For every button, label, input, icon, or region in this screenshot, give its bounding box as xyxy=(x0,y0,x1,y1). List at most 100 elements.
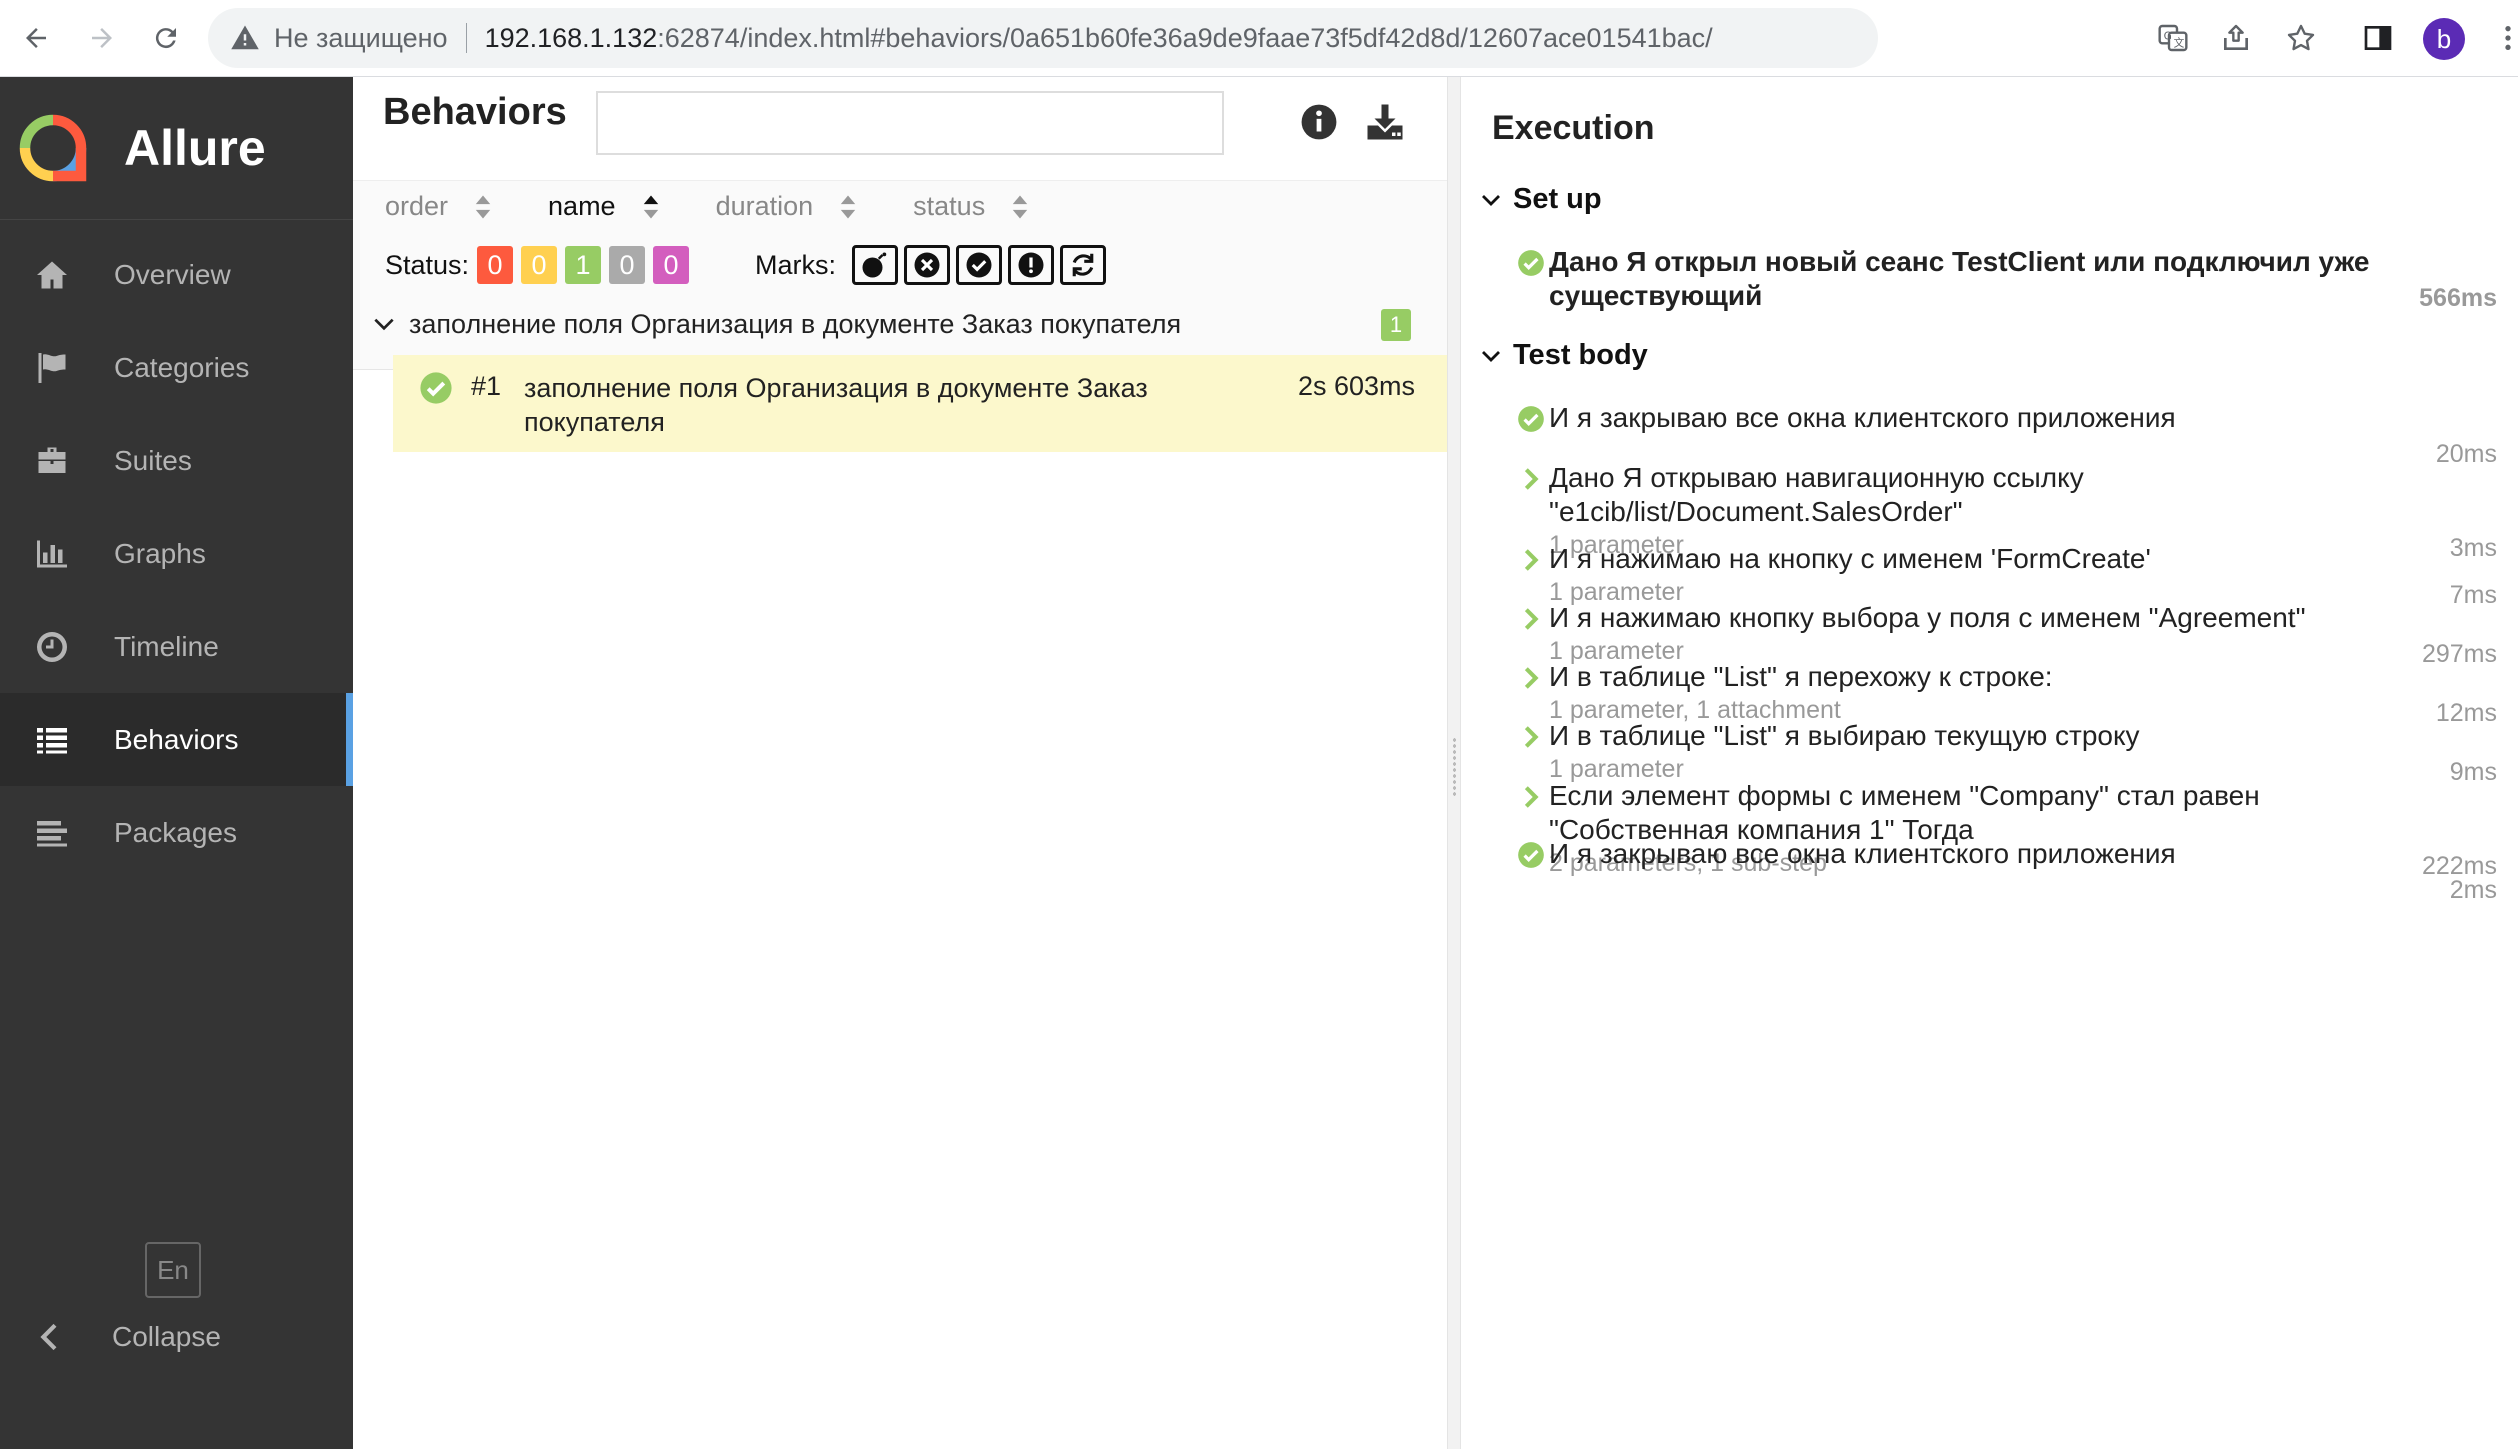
browser-menu-button[interactable] xyxy=(2488,18,2518,58)
status-skipped-chip[interactable]: 0 xyxy=(609,246,646,284)
more-vertical-icon xyxy=(2505,26,2511,50)
mark-new-broken-toggle[interactable] xyxy=(1008,245,1055,285)
chevron-down-icon xyxy=(1482,194,1500,206)
check-circle-icon xyxy=(966,252,992,278)
behaviors-pane: Behaviors order name duration status Sta… xyxy=(353,77,1447,1449)
flag-icon xyxy=(30,348,74,388)
sidebar-item-timeline[interactable]: Timeline xyxy=(0,600,353,693)
check-circle-icon xyxy=(420,372,452,404)
body-section-toggle[interactable]: Test body xyxy=(1479,339,1648,372)
star-icon xyxy=(2287,24,2315,51)
check-circle-icon xyxy=(1518,842,1544,868)
profile-avatar[interactable]: b xyxy=(2423,18,2465,60)
marks-label: Marks: xyxy=(755,249,837,280)
info-icon[interactable] xyxy=(1300,103,1338,141)
share-button[interactable] xyxy=(2216,18,2256,58)
body-step[interactable]: И я нажимаю на кнопку с именем 'FormCrea… xyxy=(1517,542,2497,609)
side-panel-button[interactable] xyxy=(2358,18,2398,58)
sidebar-item-graphs[interactable]: Graphs xyxy=(0,507,353,600)
test-name: заполнение поля Организация в документе … xyxy=(524,373,1148,437)
status-failed-chip[interactable]: 0 xyxy=(477,246,514,284)
sidebar-item-suites[interactable]: Suites xyxy=(0,414,353,507)
download-icon[interactable] xyxy=(1364,101,1406,143)
step-title: Дано Я открываю навигационную ссылку "e1… xyxy=(1549,462,2084,527)
align-left-icon xyxy=(30,813,74,853)
step-title: И я закрываю все окна клиентского прилож… xyxy=(1549,402,2176,433)
test-duration: 2s 603ms xyxy=(1297,371,1415,401)
browser-toolbar: Не защищено 192.168.1.132:62874/index.ht… xyxy=(0,0,2518,77)
sort-order[interactable]: order xyxy=(385,191,492,222)
chevron-right-icon xyxy=(1524,786,1539,808)
step-title: И в таблице "List" я выбираю текущую стр… xyxy=(1549,720,2140,751)
sort-name-label: name xyxy=(548,191,616,221)
clock-icon xyxy=(30,627,74,667)
sort-duration[interactable]: duration xyxy=(716,191,858,222)
chevron-left-icon xyxy=(40,1323,57,1351)
collapse-button[interactable]: Collapse xyxy=(30,1317,221,1357)
address-bar[interactable]: Не защищено 192.168.1.132:62874/index.ht… xyxy=(208,8,1878,68)
mark-retries-toggle[interactable] xyxy=(1060,245,1107,285)
reload-button[interactable] xyxy=(142,14,190,62)
share-icon xyxy=(2224,24,2248,50)
check-circle-icon xyxy=(1518,250,1544,276)
mark-flaky-toggle[interactable] xyxy=(852,245,899,285)
body-step[interactable]: И в таблице "List" я перехожу к строке: … xyxy=(1517,660,2497,727)
body-step[interactable]: И я нажимаю кнопку выбора у поля с имене… xyxy=(1517,601,2497,668)
pane-splitter[interactable] xyxy=(1447,77,1461,1449)
status-passed-chip[interactable]: 1 xyxy=(565,246,602,284)
sidebar-item-categories[interactable]: Categories xyxy=(0,321,353,414)
forward-button[interactable] xyxy=(78,14,126,62)
bookmark-button[interactable] xyxy=(2281,18,2321,58)
sidebar-item-label: Timeline xyxy=(114,630,219,662)
sort-icon xyxy=(1012,194,1028,219)
translate-button[interactable]: G文 xyxy=(2153,18,2193,58)
splitter-grip xyxy=(1452,737,1457,797)
sidebar-menu: Overview Categories Suites Graphs Timeli… xyxy=(0,228,353,879)
chevron-right-icon xyxy=(1524,549,1539,571)
body-step[interactable]: И в таблице "List" я выбираю текущую стр… xyxy=(1517,719,2497,786)
sort-status-label: status xyxy=(913,191,986,221)
page-title: Behaviors xyxy=(383,91,567,133)
chevron-right-icon xyxy=(1524,468,1539,490)
sidebar-item-label: Categories xyxy=(114,351,250,383)
behavior-group-name: заполнение поля Организация в документе … xyxy=(409,308,1182,339)
translate-icon: G文 xyxy=(2158,24,2188,52)
behavior-group-row[interactable]: заполнение поля Организация в документе … xyxy=(353,293,1447,355)
brand[interactable]: Allure xyxy=(0,77,353,220)
back-button[interactable] xyxy=(12,14,60,62)
chevron-right-icon xyxy=(1524,726,1539,748)
language-button[interactable]: En xyxy=(145,1242,201,1298)
chevron-right-icon xyxy=(1524,608,1539,630)
sidebar-item-behaviors[interactable]: Behaviors xyxy=(0,693,353,786)
status-broken-chip[interactable]: 0 xyxy=(521,246,558,284)
setup-step[interactable]: Дано Я открыл новый сеанс TestClient или… xyxy=(1517,245,2497,315)
setup-section-toggle[interactable]: Set up xyxy=(1479,183,1602,216)
status-unknown-chip[interactable]: 0 xyxy=(653,246,690,284)
step-duration: 2ms xyxy=(2449,876,2497,904)
collapse-label: Collapse xyxy=(112,1321,221,1352)
chevron-down-icon xyxy=(374,318,394,331)
body-step[interactable]: И я закрываю все окна клиентского прилож… xyxy=(1517,401,2497,468)
home-icon xyxy=(30,255,74,295)
url-host: 192.168.1.132 xyxy=(484,22,658,53)
group-passed-count: 1 xyxy=(1381,309,1411,341)
test-case-row[interactable]: #1 заполнение поля Организация в докумен… xyxy=(393,355,1447,452)
sort-status[interactable]: status xyxy=(913,191,1029,222)
mark-new-failed-toggle[interactable] xyxy=(904,245,951,285)
search-input[interactable] xyxy=(596,91,1224,155)
test-number: #1 xyxy=(471,371,502,401)
sidebar-item-label: Behaviors xyxy=(114,723,239,755)
sort-duration-label: duration xyxy=(715,191,814,221)
step-title: И в таблице "List" я перехожу к строке: xyxy=(1549,661,2053,692)
sidebar-item-packages[interactable]: Packages xyxy=(0,786,353,879)
sort-name[interactable]: name xyxy=(548,191,660,222)
side-panel-icon xyxy=(2364,26,2392,50)
mark-new-passed-toggle[interactable] xyxy=(956,245,1003,285)
reload-icon xyxy=(155,28,176,49)
sidebar-item-overview[interactable]: Overview xyxy=(0,228,353,321)
body-step[interactable]: И я закрываю все окна клиентского прилож… xyxy=(1517,837,2497,904)
execution-title: Execution xyxy=(1492,109,1655,147)
status-filter: Status: 0 0 1 0 0 Marks: xyxy=(385,245,1107,285)
warning-icon xyxy=(231,25,259,50)
sort-asc-icon xyxy=(643,194,658,219)
